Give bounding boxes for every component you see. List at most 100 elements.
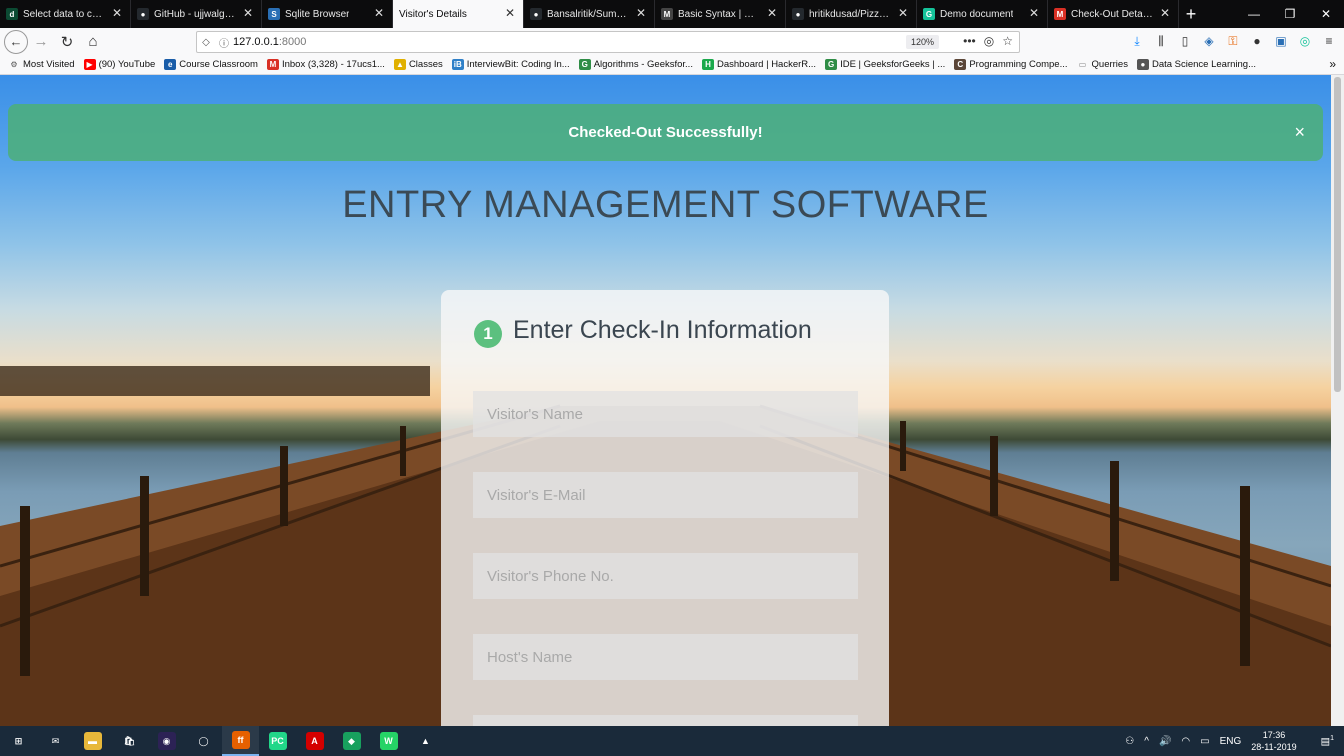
bookmark-item[interactable]: iB InterviewBit: Coding In...: [451, 59, 570, 70]
tab-title: Sqlite Browser: [285, 8, 350, 20]
host-name-input[interactable]: [473, 634, 858, 680]
eclipse-app[interactable]: ◉: [148, 726, 185, 756]
system-tray: ⚇ ^ 🔊 ◠ ▭ ENG 17:36 28-11-2019 ▤1: [1125, 726, 1344, 756]
home-icon: ⌂: [88, 33, 98, 50]
account-icon[interactable]: ●: [1248, 31, 1266, 51]
pocket-icon[interactable]: ◎: [984, 34, 994, 48]
info-icon[interactable]: ⓘ: [215, 35, 233, 50]
whatsapp-app[interactable]: W: [370, 726, 407, 756]
pycharm-app[interactable]: PC: [259, 726, 296, 756]
browser-tab[interactable]: M Check-Out Details - ✕: [1048, 0, 1179, 28]
tab-close-icon[interactable]: ✕: [1158, 6, 1172, 20]
bookmarks-overflow-icon[interactable]: »: [1329, 57, 1336, 71]
browser-tab[interactable]: ● Bansalritik/SummerG ✕: [524, 0, 655, 28]
visitor-phone-input[interactable]: [473, 553, 858, 599]
menu-hamburger-icon[interactable]: ≡: [1320, 31, 1338, 51]
firefox-app[interactable]: ff: [222, 726, 259, 756]
next-field-partial[interactable]: [473, 715, 858, 726]
tab-close-icon[interactable]: ✕: [765, 6, 779, 20]
library-icon[interactable]: ⫼: [1152, 31, 1170, 51]
grammarly-extension-icon[interactable]: ◎: [1296, 31, 1314, 51]
store-app[interactable]: 🛍: [111, 726, 148, 756]
bookmarks-toolbar: ⚙ Most Visited ▶ (90) YouTube e Course Classr…: [0, 55, 1344, 75]
browser-tab[interactable]: ● hritikdusad/Pizza-Or ✕: [786, 0, 917, 28]
tab-close-icon[interactable]: ✕: [503, 6, 517, 20]
start-button-icon: ⊞: [14, 735, 23, 746]
page-scrollbar[interactable]: [1331, 75, 1344, 726]
bookmark-item[interactable]: ● Data Science Learning...: [1136, 59, 1256, 70]
close-window-button[interactable]: ✕: [1308, 0, 1344, 28]
acrobat-app[interactable]: A: [296, 726, 333, 756]
browser-tab[interactable]: M Basic Syntax | Markd ✕: [655, 0, 786, 28]
tab-close-icon[interactable]: ✕: [634, 6, 648, 20]
key-extension-icon[interactable]: ⚿: [1224, 31, 1242, 51]
new-tab-button[interactable]: +: [1179, 0, 1203, 28]
container-icon[interactable]: ▣: [1272, 31, 1290, 51]
tab-close-icon[interactable]: ✕: [1027, 6, 1041, 20]
notification-count: 1: [1330, 734, 1334, 742]
tab-close-icon[interactable]: ✕: [110, 6, 124, 20]
bookmark-item[interactable]: ▭ Querries: [1077, 59, 1128, 70]
restore-button[interactable]: ❐: [1272, 0, 1308, 28]
bookmark-item[interactable]: ⚙ Most Visited: [8, 59, 74, 70]
tab-title: GitHub - ujjwalg2/Inn: [154, 8, 237, 20]
tab-title: Demo document: [940, 8, 1014, 20]
zoom-indicator[interactable]: 120%: [905, 35, 939, 49]
battery-icon[interactable]: ▭: [1200, 736, 1209, 747]
browser-tab[interactable]: ● GitHub - ujjwalg2/Inn ✕: [131, 0, 262, 28]
visitor-email-input[interactable]: [473, 472, 858, 518]
green-app[interactable]: ◯: [185, 726, 222, 756]
start-button[interactable]: ⊞: [0, 726, 37, 756]
bookmark-item[interactable]: ▲ Classes: [393, 59, 443, 70]
bookmark-item[interactable]: ▶ (90) YouTube: [83, 59, 155, 70]
notification-center-icon[interactable]: ▤1: [1321, 735, 1334, 747]
bookmark-star-icon[interactable]: ☆: [1002, 34, 1013, 48]
tab-close-icon[interactable]: ✕: [896, 6, 910, 20]
back-button[interactable]: ←: [4, 29, 28, 54]
bookmark-item[interactable]: G Algorithms - Geeksfor...: [578, 59, 693, 70]
git-app[interactable]: ◆: [333, 726, 370, 756]
browser-tab[interactable]: S Sqlite Browser ✕: [262, 0, 393, 28]
page-actions-menu-icon[interactable]: •••: [963, 34, 976, 48]
extension-badge-icon[interactable]: ◈: [1200, 31, 1218, 51]
bookmark-label: Classes: [408, 59, 443, 70]
forward-button[interactable]: →: [28, 30, 54, 54]
language-indicator[interactable]: ENG: [1220, 736, 1242, 747]
wifi-icon[interactable]: ◠: [1181, 736, 1190, 747]
url-host: 127.0.0.1: [233, 36, 279, 48]
back-arrow-icon: ←: [9, 34, 23, 49]
clock[interactable]: 17:36 28-11-2019: [1251, 729, 1306, 753]
bookmark-item[interactable]: H Dashboard | HackerR...: [701, 59, 817, 70]
mail-app[interactable]: ✉: [37, 726, 74, 756]
url-bar[interactable]: ◇ ⓘ 127.0.0.1:8000 120% ••• ◎ ☆: [196, 31, 1020, 53]
volume-icon[interactable]: 🔊: [1159, 736, 1171, 747]
tray-chevron-icon[interactable]: ^: [1144, 736, 1149, 747]
clock-time: 17:36: [1262, 730, 1286, 740]
tab-close-icon[interactable]: ✕: [372, 6, 386, 20]
browser-tab[interactable]: Visitor's Details ✕: [393, 0, 524, 28]
browser-tab[interactable]: G Demo document ✕: [917, 0, 1048, 28]
tab-close-icon[interactable]: ✕: [241, 6, 255, 20]
downloads-icon[interactable]: ⤓: [1128, 31, 1146, 51]
tab-title: hritikdusad/Pizza-Or: [809, 8, 892, 20]
mail-app-icon: ✉: [51, 735, 60, 746]
visitor-name-input[interactable]: [473, 391, 858, 437]
scrollbar-thumb[interactable]: [1334, 77, 1341, 392]
bookmark-item[interactable]: M Inbox (3,328) - 17ucs1...: [266, 59, 385, 70]
minimize-button[interactable]: —: [1236, 0, 1272, 28]
bookmark-item[interactable]: e Course Classroom: [164, 59, 258, 70]
people-icon[interactable]: ⚇: [1125, 736, 1134, 747]
alert-close-button[interactable]: ×: [1294, 122, 1305, 143]
photos-app[interactable]: ▲: [407, 726, 444, 756]
bookmark-item[interactable]: G IDE | GeeksforGeeks | ...: [825, 59, 945, 70]
page-actions: ••• ◎ ☆: [963, 34, 1013, 48]
file-explorer[interactable]: ▬: [74, 726, 111, 756]
home-button[interactable]: ⌂: [80, 30, 106, 54]
sidebar-icon[interactable]: ▯: [1176, 31, 1194, 51]
bookmark-label: Dashboard | HackerR...: [716, 59, 817, 70]
bookmark-item[interactable]: C Programming Compe...: [954, 59, 1068, 70]
shield-icon[interactable]: ◇: [197, 37, 215, 48]
taskbar-apps: ⊞ ✉ ▬ 🛍 ◉ ◯ ff PC A ◆ W ▲: [0, 726, 444, 756]
browser-tab[interactable]: d Select data to change | D ✕: [0, 0, 131, 28]
reload-button[interactable]: ↻: [54, 30, 80, 54]
